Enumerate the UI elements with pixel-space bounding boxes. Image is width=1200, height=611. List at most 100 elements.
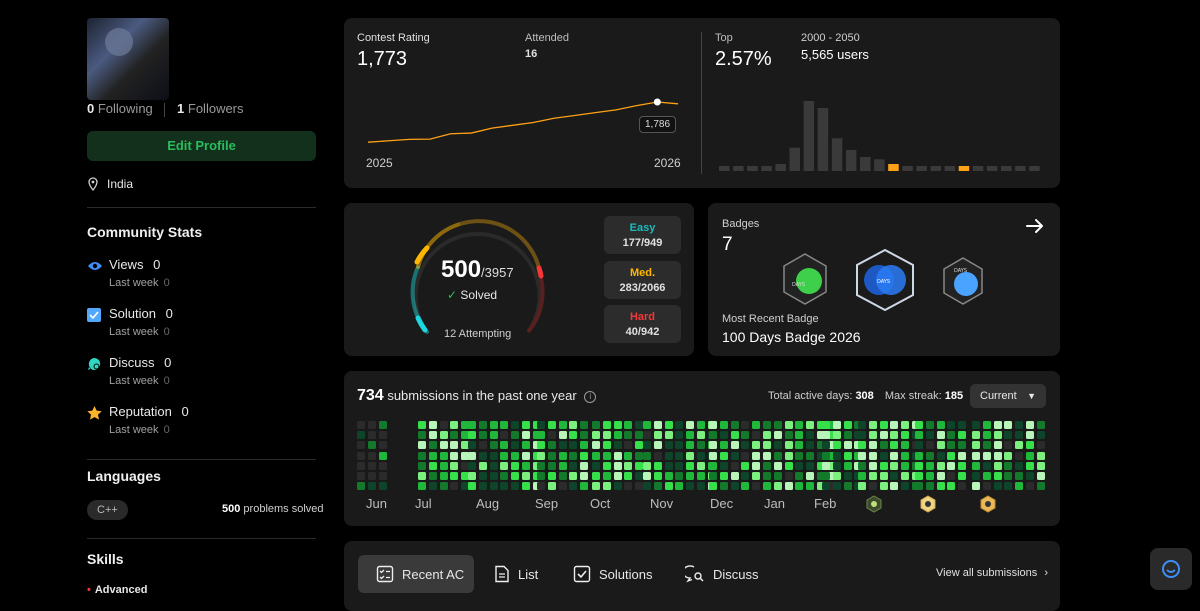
heatmap-cell[interactable]	[993, 421, 1002, 429]
heatmap-cell[interactable]	[1004, 421, 1013, 429]
heatmap-cell[interactable]	[643, 451, 651, 460]
heatmap-cell[interactable]	[537, 472, 545, 480]
heatmap-cell[interactable]	[709, 482, 717, 491]
heatmap-cell[interactable]	[580, 472, 589, 480]
heatmap-cell[interactable]	[901, 472, 910, 480]
heatmap-cell[interactable]	[489, 421, 498, 429]
heatmap-cell[interactable]	[719, 431, 728, 440]
heatmap-cell[interactable]	[522, 441, 530, 450]
heatmap-cell[interactable]	[602, 472, 611, 480]
heatmap-cell[interactable]	[686, 461, 695, 470]
heatmap-cell[interactable]	[1036, 431, 1045, 440]
heatmap-cell[interactable]	[741, 421, 750, 429]
heatmap-cell[interactable]	[500, 482, 509, 491]
histogram-bar[interactable]	[845, 150, 857, 171]
heatmap-cell[interactable]	[569, 472, 578, 480]
heatmap-cell[interactable]	[879, 472, 888, 480]
heatmap-cell[interactable]	[858, 441, 866, 450]
heatmap-cell[interactable]	[697, 472, 705, 480]
heatmap-cell[interactable]	[428, 461, 437, 470]
heatmap-cell[interactable]	[1036, 482, 1045, 491]
heatmap-cell[interactable]	[450, 431, 459, 440]
heatmap-cell[interactable]	[1004, 431, 1013, 440]
heatmap-cell[interactable]	[653, 431, 662, 440]
heatmap-cell[interactable]	[428, 421, 437, 429]
heatmap-cell[interactable]	[993, 482, 1002, 491]
heatmap-cell[interactable]	[752, 451, 761, 460]
heatmap-cell[interactable]	[367, 441, 376, 450]
heatmap-cell[interactable]	[1026, 421, 1034, 429]
heatmap-cell[interactable]	[558, 461, 567, 470]
heatmap-cell[interactable]	[890, 451, 899, 460]
heatmap-cell[interactable]	[832, 482, 841, 491]
heatmap-cell[interactable]	[624, 451, 633, 460]
chat-assistant-button[interactable]	[1150, 548, 1192, 590]
heatmap-cell[interactable]	[879, 482, 888, 491]
heatmap-cell[interactable]	[982, 472, 991, 480]
heatmap-cell[interactable]	[378, 431, 387, 440]
heatmap-cell[interactable]	[522, 482, 530, 491]
histogram-bar[interactable]	[1015, 166, 1026, 171]
heatmap-cell[interactable]	[367, 461, 376, 470]
heatmap-cell[interactable]	[367, 451, 376, 460]
heatmap-cell[interactable]	[686, 472, 695, 480]
heatmap-cell[interactable]	[947, 441, 956, 450]
heatmap-cell[interactable]	[1036, 472, 1045, 480]
heatmap-cell[interactable]	[367, 472, 376, 480]
heatmap-cell[interactable]	[489, 441, 498, 450]
heatmap-cell[interactable]	[763, 472, 771, 480]
histogram-bar[interactable]	[1029, 166, 1040, 171]
avatar[interactable]	[87, 18, 169, 100]
heatmap-cell[interactable]	[868, 482, 877, 491]
heatmap-cell[interactable]	[936, 461, 945, 470]
histogram-bar[interactable]	[719, 166, 730, 171]
heatmap-cell[interactable]	[958, 461, 967, 470]
heatmap-cell[interactable]	[868, 451, 877, 460]
edit-profile-button[interactable]: Edit Profile	[87, 131, 316, 161]
language-tag[interactable]: C++	[87, 500, 128, 520]
heatmap-cell[interactable]	[709, 451, 717, 460]
heatmap-cell[interactable]	[439, 451, 448, 460]
histogram-bar[interactable]	[817, 108, 829, 171]
heatmap-cell[interactable]	[843, 421, 852, 429]
heatmap-cell[interactable]	[624, 421, 633, 429]
view-all-submissions-link[interactable]: View all submissions ›	[936, 567, 1048, 579]
heatmap-cell[interactable]	[752, 472, 761, 480]
heatmap-cell[interactable]	[418, 431, 426, 440]
heatmap-cell[interactable]	[643, 461, 651, 470]
heatmap-cell[interactable]	[972, 482, 980, 491]
heatmap-cell[interactable]	[450, 472, 459, 480]
heatmap-cell[interactable]	[537, 431, 545, 440]
heatmap-cell[interactable]	[993, 441, 1002, 450]
heatmap-cell[interactable]	[624, 461, 633, 470]
heatmap-cell[interactable]	[784, 421, 793, 429]
heatmap-cell[interactable]	[936, 421, 945, 429]
heatmap-cell[interactable]	[958, 451, 967, 460]
heatmap-cell[interactable]	[901, 431, 910, 440]
heatmap-cell[interactable]	[806, 421, 815, 429]
heatmap-cell[interactable]	[357, 431, 365, 440]
heatmap-cell[interactable]	[730, 441, 739, 450]
heatmap-cell[interactable]	[697, 421, 705, 429]
heatmap-cell[interactable]	[439, 441, 448, 450]
heatmap-cell[interactable]	[664, 461, 673, 470]
heatmap-cell[interactable]	[936, 441, 945, 450]
heatmap-cell[interactable]	[653, 421, 662, 429]
heatmap-cell[interactable]	[547, 451, 556, 460]
heatmap-cell[interactable]	[418, 441, 426, 450]
heatmap-cell[interactable]	[901, 482, 910, 491]
heatmap-cell[interactable]	[643, 482, 651, 491]
medium-stat[interactable]: Med. 283/2066	[604, 261, 681, 299]
heatmap-cell[interactable]	[624, 441, 633, 450]
heatmap-cell[interactable]	[357, 421, 365, 429]
monthly-badge-icon[interactable]	[919, 495, 937, 513]
heatmap-cell[interactable]	[378, 482, 387, 491]
heatmap-cell[interactable]	[697, 441, 705, 450]
easy-stat[interactable]: Easy 177/949	[604, 216, 681, 254]
following-link[interactable]: 0 Following	[87, 101, 153, 116]
heatmap-cell[interactable]	[925, 482, 934, 491]
heatmap-cell[interactable]	[450, 461, 459, 470]
heatmap-cell[interactable]	[730, 431, 739, 440]
heatmap-cell[interactable]	[947, 472, 956, 480]
heatmap-cell[interactable]	[580, 421, 589, 429]
